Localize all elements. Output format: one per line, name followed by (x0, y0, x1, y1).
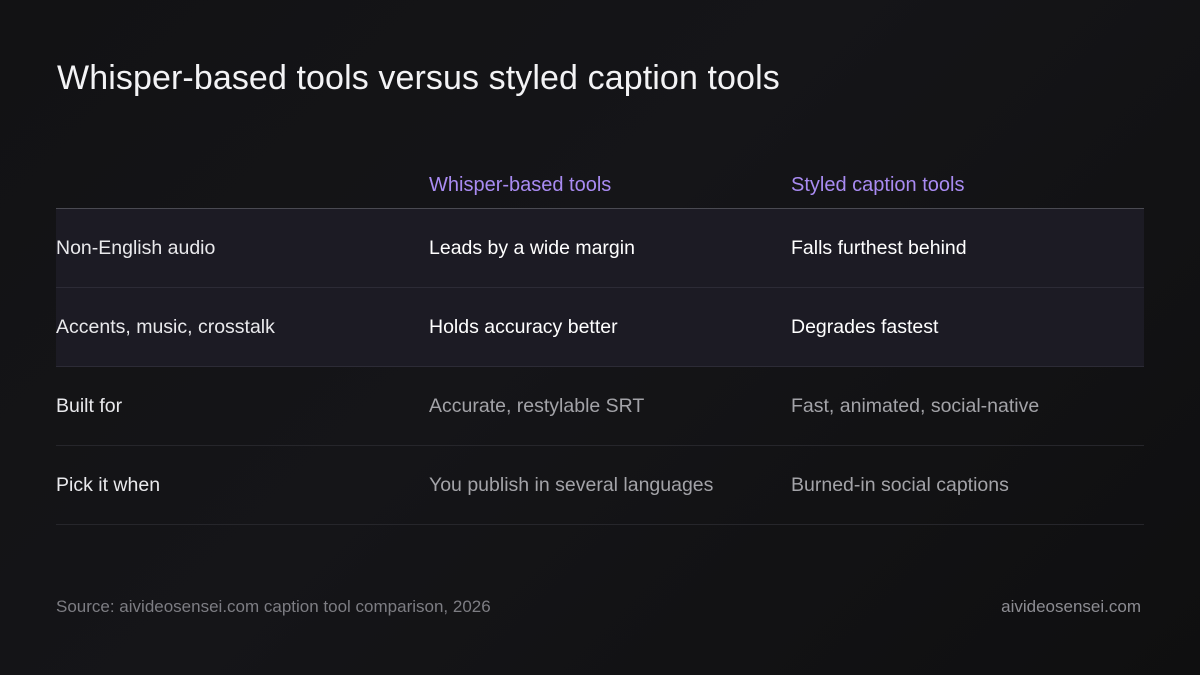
whisper-cell: Accurate, restylable SRT (429, 394, 645, 417)
site-credit: aivideosensei.com (1001, 597, 1141, 616)
comparison-table: Whisper-based tools Styled caption tools… (56, 160, 1144, 525)
source-note: Source: aivideosensei.com caption tool c… (56, 597, 491, 616)
table-row: Non-English audio Leads by a wide margin… (56, 209, 1144, 288)
table-row: Accents, music, crosstalk Holds accuracy… (56, 288, 1144, 367)
table-row: Built for Accurate, restylable SRT Fast,… (56, 367, 1144, 446)
styled-cell: Falls furthest behind (791, 236, 967, 259)
row-label: Accents, music, crosstalk (56, 315, 275, 338)
whisper-cell: Holds accuracy better (429, 315, 618, 338)
header-cell-empty (56, 183, 429, 185)
row-label: Built for (56, 394, 123, 417)
header-whisper-tools: Whisper-based tools (429, 173, 612, 196)
styled-cell: Burned-in social captions (791, 473, 1009, 496)
table-header-row: Whisper-based tools Styled caption tools (56, 160, 1144, 209)
table-row: Pick it when You publish in several lang… (56, 446, 1144, 525)
whisper-cell: You publish in several languages (429, 473, 714, 496)
header-styled-tools: Styled caption tools (791, 173, 965, 196)
row-label: Pick it when (56, 473, 161, 496)
styled-cell: Fast, animated, social-native (791, 394, 1040, 417)
page-title: Whisper-based tools versus styled captio… (57, 59, 780, 97)
row-label: Non-English audio (56, 236, 216, 259)
whisper-cell: Leads by a wide margin (429, 236, 635, 259)
styled-cell: Degrades fastest (791, 315, 939, 338)
